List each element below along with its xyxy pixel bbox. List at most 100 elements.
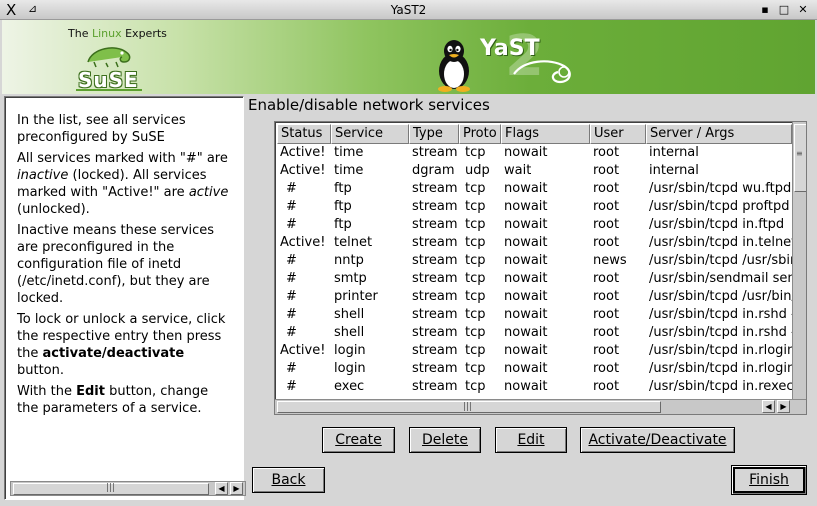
cell-status: # bbox=[286, 271, 297, 286]
cell-service: ftp bbox=[334, 217, 352, 232]
cell-service: exec bbox=[334, 379, 365, 394]
table-row[interactable]: # printer stream tcp nowait root/usr/sbin/tcp… bbox=[277, 288, 792, 306]
table-row[interactable]: # shell stream tcp nowait root/usr/sbin/tcpd … bbox=[277, 324, 792, 342]
table-vertical-scrollbar[interactable]: ≡ bbox=[792, 122, 806, 399]
cell-user: root bbox=[593, 307, 620, 322]
table-horizontal-scrollbar[interactable]: ||| ◀ ▶ bbox=[275, 399, 806, 414]
help-paragraph: With the Edit button, change the paramet… bbox=[17, 383, 233, 417]
table-body: Active! time stream tcp nowait root internal Ac… bbox=[277, 144, 792, 397]
help-text: In the list, see all services preconfigu… bbox=[17, 112, 233, 421]
cell-flags: nowait bbox=[504, 199, 548, 214]
column-header-status[interactable]: Status bbox=[277, 124, 331, 144]
column-header-user[interactable]: User bbox=[590, 124, 646, 144]
cell-proto: tcp bbox=[465, 379, 486, 394]
cell-flags: nowait bbox=[504, 145, 548, 160]
column-header-service[interactable]: Service bbox=[331, 124, 409, 144]
column-header-flags[interactable]: Flags bbox=[501, 124, 590, 144]
scroll-left-arrow-icon[interactable]: ◀ bbox=[215, 482, 228, 495]
cell-status: Active! bbox=[280, 343, 326, 358]
cell-proto: tcp bbox=[465, 253, 486, 268]
cell-proto: tcp bbox=[465, 217, 486, 232]
cell-type: stream bbox=[412, 271, 458, 286]
help-horizontal-scrollbar[interactable]: ||| ◀ ▶ bbox=[10, 481, 246, 496]
cell-flags: nowait bbox=[504, 343, 548, 358]
cell-service: login bbox=[334, 343, 366, 358]
help-paragraph: To lock or unlock a service, click the r… bbox=[17, 311, 233, 379]
vertical-scroll-thumb[interactable]: ≡ bbox=[794, 124, 806, 192]
column-header-type[interactable]: Type bbox=[409, 124, 459, 144]
table-row[interactable]: # ftp stream tcp nowait root/usr/sbin/tcpd wu… bbox=[277, 180, 792, 198]
maximize-icon[interactable]: □ bbox=[777, 3, 791, 17]
create-button[interactable]: Create bbox=[322, 427, 395, 453]
yast-swirl-icon bbox=[513, 60, 571, 84]
cell-user: root bbox=[593, 361, 620, 376]
minimize-icon[interactable]: ▪ bbox=[758, 3, 772, 17]
help-strong: Edit bbox=[76, 384, 105, 399]
cell-service: smtp bbox=[334, 271, 367, 286]
column-header-proto[interactable]: Proto bbox=[459, 124, 501, 144]
back-button[interactable]: Back bbox=[252, 467, 325, 493]
help-text-run: (unlocked). bbox=[17, 202, 90, 217]
table-row[interactable]: Active! login stream tcp nowait root/usr/sbin… bbox=[277, 342, 792, 360]
table-row[interactable]: # ftp stream tcp nowait root/usr/sbin/tcpd pr… bbox=[277, 198, 792, 216]
cell-type: stream bbox=[412, 289, 458, 304]
help-strong: activate/deactivate bbox=[42, 346, 185, 361]
table-row[interactable]: Active! time stream tcp nowait root internal bbox=[277, 144, 792, 162]
help-text-run: With the bbox=[17, 384, 77, 399]
services-table[interactable]: Status Service Type Proto Flags User Ser… bbox=[274, 121, 807, 415]
grip-icon: ≡ bbox=[796, 149, 803, 158]
cell-flags: nowait bbox=[504, 217, 548, 232]
close-icon[interactable]: ✕ bbox=[796, 3, 810, 17]
cell-user: root bbox=[593, 343, 620, 358]
cell-type: stream bbox=[412, 235, 458, 250]
grip-icon: ||| bbox=[106, 483, 116, 493]
table-row[interactable]: # login stream tcp nowait root/usr/sbin/tcpd … bbox=[277, 360, 792, 378]
cell-server-args: /usr/sbin/tcpd /usr/bin/l bbox=[649, 289, 792, 304]
cell-flags: nowait bbox=[504, 289, 548, 304]
scroll-left-arrow-icon[interactable]: ◀ bbox=[762, 400, 775, 413]
cell-user: root bbox=[593, 145, 620, 160]
cell-status: # bbox=[286, 199, 297, 214]
cell-type: stream bbox=[412, 217, 458, 232]
cell-status: Active! bbox=[280, 145, 326, 160]
cell-flags: nowait bbox=[504, 253, 548, 268]
table-row[interactable]: # smtp stream tcp nowait root/usr/sbin/sendma… bbox=[277, 270, 792, 288]
help-pane[interactable]: In the list, see all services preconfigu… bbox=[4, 96, 246, 500]
scroll-right-arrow-icon[interactable]: ▶ bbox=[230, 482, 243, 495]
cell-service: time bbox=[334, 145, 364, 160]
delete-button[interactable]: Delete bbox=[409, 427, 481, 453]
finish-button[interactable]: Finish bbox=[731, 465, 807, 495]
activate-deactivate-button[interactable]: Activate/Deactivate bbox=[580, 427, 735, 453]
cell-server-args: /usr/sbin/tcpd in.rlogind bbox=[649, 361, 792, 376]
table-row[interactable]: # exec stream tcp nowait root/usr/sbin/tcpd i… bbox=[277, 378, 792, 396]
table-row[interactable]: # shell stream tcp nowait root/usr/sbin/tcpd … bbox=[277, 306, 792, 324]
edit-button[interactable]: Edit bbox=[495, 427, 567, 453]
cell-user: root bbox=[593, 199, 620, 214]
table-row[interactable]: Active! telnet stream tcp nowait root/usr/sbi… bbox=[277, 234, 792, 252]
cell-user: root bbox=[593, 235, 620, 250]
help-emphasis: inactive bbox=[17, 168, 69, 183]
brand-accent: Linux bbox=[91, 27, 122, 40]
cell-type: stream bbox=[412, 199, 458, 214]
brand-prefix: The bbox=[68, 27, 92, 40]
title-bar[interactable]: X ⊿ YaST2 ▪ □ ✕ bbox=[0, 0, 817, 20]
help-text-run: All services marked with "#" are bbox=[17, 151, 228, 166]
table-row[interactable]: # ftp stream tcp nowait root/usr/sbin/tcpd in… bbox=[277, 216, 792, 234]
cell-user: root bbox=[593, 379, 620, 394]
window-title: YaST2 bbox=[390, 3, 427, 17]
cell-server-args: /usr/sbin/tcpd in.rshd - bbox=[649, 307, 792, 322]
cell-server-args: /usr/sbin/tcpd in.rexecd bbox=[649, 379, 792, 394]
cell-server-args: /usr/sbin/tcpd in.ftpd bbox=[649, 217, 785, 232]
cell-status: # bbox=[286, 379, 297, 394]
suse-banner: The Linux Experts SuSE 2 YaST bbox=[2, 20, 815, 94]
column-header-server-args[interactable]: Server / Args bbox=[646, 124, 792, 144]
cell-type: stream bbox=[412, 361, 458, 376]
cell-status: # bbox=[286, 253, 297, 268]
cell-server-args: /usr/sbin/tcpd in.rshd - bbox=[649, 325, 792, 340]
table-row[interactable]: Active! time dgram udp wait root internal bbox=[277, 162, 792, 180]
cell-server-args: /usr/sbin/tcpd /usr/sbin bbox=[649, 253, 792, 268]
help-emphasis: active bbox=[188, 185, 229, 200]
scroll-right-arrow-icon[interactable]: ▶ bbox=[777, 400, 790, 413]
table-row[interactable]: # nntp stream tcp nowait news/usr/sbin/tcpd /… bbox=[277, 252, 792, 270]
cell-service: time bbox=[334, 163, 364, 178]
